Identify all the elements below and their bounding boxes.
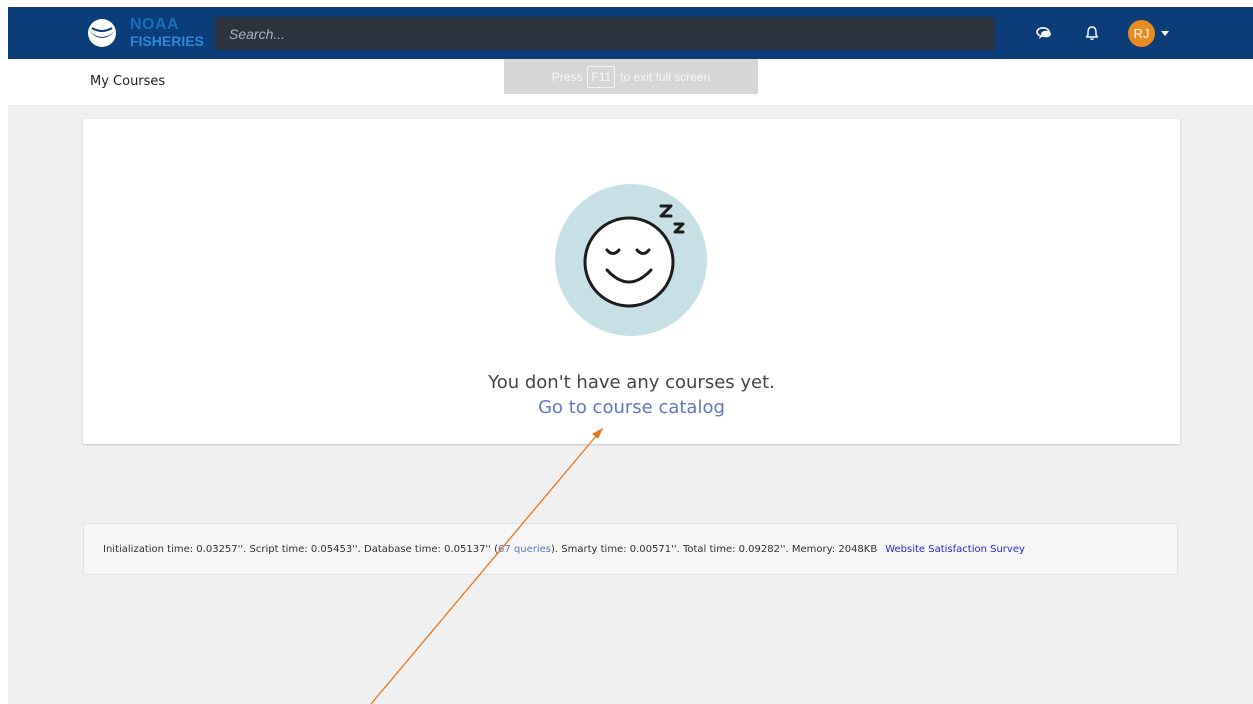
- courses-card: You don't have any courses yet. Go to co…: [83, 119, 1180, 444]
- app-window: NOAA FISHERIES RJ My Courses: [8, 7, 1253, 704]
- course-catalog-link[interactable]: Go to course catalog: [83, 397, 1180, 418]
- fullscreen-exit-banner: Press F11 to exit full screen: [504, 59, 758, 94]
- performance-stats-text: Initialization time: 0.03257''. Script t…: [103, 544, 1025, 555]
- search-box[interactable]: [215, 17, 995, 50]
- noaa-fisheries-logo[interactable]: NOAA FISHERIES: [86, 13, 204, 53]
- stats-prefix: Initialization time: 0.03257''. Script t…: [103, 544, 499, 555]
- empty-state-message: You don't have any courses yet.: [488, 372, 775, 393]
- top-navigation-bar: NOAA FISHERIES RJ: [8, 7, 1253, 59]
- queries-link[interactable]: 67 queries: [498, 544, 551, 555]
- bell-icon[interactable]: [1082, 23, 1102, 43]
- logo-line-1: NOAA: [130, 16, 180, 33]
- logo-line-2: FISHERIES: [130, 33, 204, 49]
- search-input[interactable]: [227, 24, 995, 43]
- performance-stats-panel: Initialization time: 0.03257''. Script t…: [83, 523, 1178, 575]
- banner-key: F11: [587, 65, 616, 88]
- logo-text: NOAA FISHERIES: [130, 16, 204, 49]
- banner-press-text: Press: [551, 69, 583, 84]
- noaa-emblem-icon: [88, 19, 116, 47]
- page-title: My Courses: [90, 74, 166, 89]
- chevron-down-icon[interactable]: [1159, 27, 1171, 39]
- sleeping-face-icon: [555, 184, 707, 336]
- chat-icon[interactable]: [1034, 23, 1054, 43]
- user-avatar[interactable]: RJ: [1128, 20, 1155, 47]
- banner-suffix-text: to exit full screen: [620, 69, 711, 84]
- satisfaction-survey-link[interactable]: Website Satisfaction Survey: [885, 544, 1025, 555]
- stats-suffix: ). Smarty time: 0.00571''. Total time: 0…: [551, 544, 878, 555]
